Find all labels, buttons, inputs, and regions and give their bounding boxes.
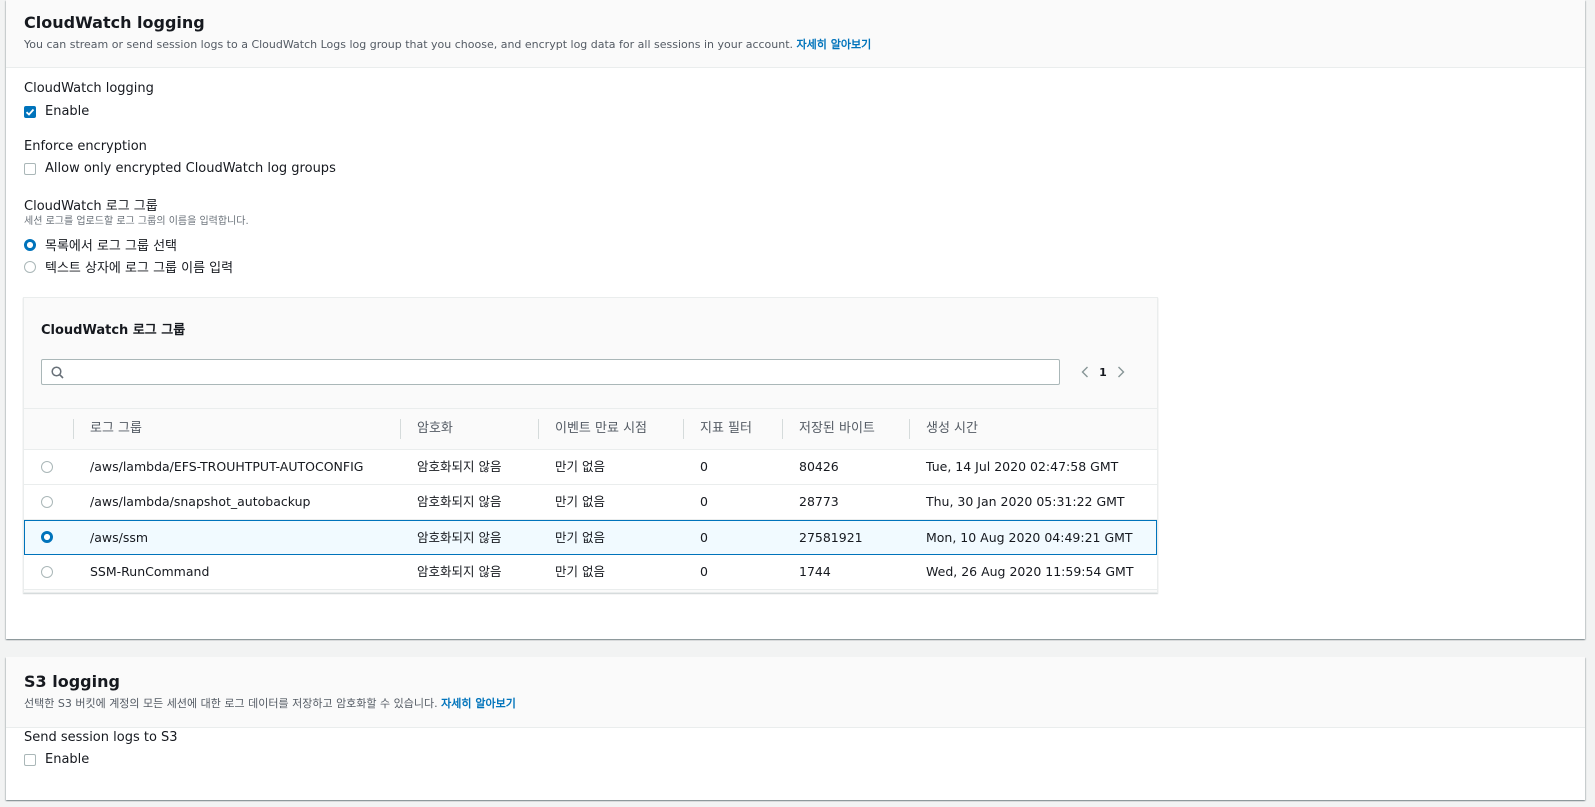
enforce-encryption-label: Enforce encryption [24, 139, 147, 154]
search-icon [51, 366, 64, 383]
cell-metric-filters: 0 [700, 494, 708, 509]
column-header-metric-filters[interactable]: 지표 필터 [700, 409, 752, 449]
column-divider [400, 419, 401, 439]
table-row-selected[interactable]: /aws/ssm 암호화되지 않음 만기 없음 0 27581921 Mon, … [24, 520, 1157, 555]
cell-expiry: 만기 없음 [555, 564, 605, 579]
search-input[interactable] [72, 362, 1046, 384]
checkbox-unchecked-icon[interactable] [24, 753, 36, 766]
log-groups-table: CloudWatch 로그 그룹 1 로그 그룹 암호화 이벤트 만료 시점 지… [23, 297, 1158, 593]
column-divider [782, 419, 783, 439]
table-header: 로그 그룹 암호화 이벤트 만료 시점 지표 필터 저장된 바이트 생성 시간 [24, 408, 1157, 450]
cell-creation-time: Wed, 26 Aug 2020 11:59:54 GMT [926, 564, 1134, 579]
s3-panel-header: S3 logging 선택한 S3 버킷에 계정의 모든 세션에 대한 로그 데… [6, 657, 1585, 728]
cloudwatch-enable-checkbox[interactable]: Enable [24, 104, 89, 119]
cell-stored-bytes: 28773 [799, 494, 839, 509]
cell-expiry: 만기 없음 [555, 459, 605, 474]
cell-metric-filters: 0 [700, 530, 708, 545]
s3-send-logs-label: Send session logs to S3 [24, 730, 178, 745]
radio-selected-icon[interactable] [24, 238, 36, 251]
cell-creation-time: Mon, 10 Aug 2020 04:49:21 GMT [926, 530, 1133, 545]
cell-encryption: 암호화되지 않음 [417, 494, 502, 509]
cell-log-group: /aws/ssm [90, 530, 149, 545]
page-number[interactable]: 1 [1094, 366, 1112, 379]
column-divider [538, 419, 539, 439]
column-divider [683, 419, 684, 439]
column-divider [909, 419, 910, 439]
checkbox-unchecked-icon[interactable] [24, 162, 36, 175]
cell-log-group: SSM-RunCommand [90, 564, 210, 579]
row-radio-icon[interactable] [41, 461, 53, 473]
cell-expiry: 만기 없음 [555, 530, 605, 545]
column-header-encryption[interactable]: 암호화 [417, 409, 453, 449]
column-divider [73, 419, 74, 439]
column-header-stored-bytes[interactable]: 저장된 바이트 [799, 409, 875, 449]
encryption-option-label: Allow only encrypted CloudWatch log grou… [45, 161, 336, 176]
column-header-creation-time[interactable]: 생성 시간 [926, 409, 978, 449]
cell-metric-filters: 0 [700, 564, 708, 579]
cloudwatch-enable-label: Enable [45, 104, 90, 119]
cell-metric-filters: 0 [700, 459, 708, 474]
cell-log-group: /aws/lambda/EFS-TROUHTPUT-AUTOCONFIG [90, 459, 364, 474]
checkbox-checked-icon[interactable] [24, 105, 36, 118]
cell-stored-bytes: 80426 [799, 459, 839, 474]
s3-learn-more-link[interactable]: 자세히 알아보기 [441, 697, 516, 710]
row-radio-icon[interactable] [41, 566, 53, 578]
s3-enable-checkbox[interactable]: Enable [24, 752, 89, 767]
row-radio-selected-icon[interactable] [41, 531, 53, 543]
s3-title: S3 logging [24, 672, 120, 691]
cell-stored-bytes: 1744 [799, 564, 831, 579]
table-title: CloudWatch 로그 그룹 [41, 323, 186, 338]
cloudwatch-title: CloudWatch logging [24, 13, 205, 32]
pagination: 1 [1076, 362, 1130, 382]
column-header-log-group[interactable]: 로그 그룹 [90, 409, 142, 449]
cloudwatch-panel-header: CloudWatch logging You can stream or sen… [6, 0, 1585, 68]
encryption-checkbox[interactable]: Allow only encrypted CloudWatch log grou… [24, 161, 336, 176]
table-row[interactable]: /aws/lambda/EFS-TROUHTPUT-AUTOCONFIG 암호화… [24, 450, 1157, 485]
cell-expiry: 만기 없음 [555, 494, 605, 509]
cloudwatch-description: You can stream or send session logs to a… [24, 38, 872, 51]
cell-encryption: 암호화되지 않음 [417, 459, 502, 474]
cell-creation-time: Tue, 14 Jul 2020 02:47:58 GMT [926, 459, 1119, 474]
s3-enable-label: Enable [45, 752, 90, 767]
table-row[interactable]: SSM-RunCommand 암호화되지 않음 만기 없음 0 1744 Wed… [24, 555, 1157, 590]
radio-select-from-list[interactable]: 목록에서 로그 그룹 선택 [24, 235, 177, 254]
radio-text-label: 텍스트 상자에 로그 그룹 이름 입력 [45, 261, 234, 276]
cell-encryption: 암호화되지 않음 [417, 564, 502, 579]
cell-encryption: 암호화되지 않음 [417, 530, 502, 545]
table-row[interactable]: /aws/lambda/snapshot_autobackup 암호화되지 않음… [24, 485, 1157, 520]
radio-enter-name[interactable]: 텍스트 상자에 로그 그룹 이름 입력 [24, 257, 233, 276]
s3-description: 선택한 S3 버킷에 계정의 모든 세션에 대한 로그 데이터를 저장하고 암호… [24, 697, 516, 710]
cell-creation-time: Thu, 30 Jan 2020 05:31:22 GMT [926, 494, 1125, 509]
chevron-left-icon[interactable] [1076, 362, 1094, 382]
cloudwatch-logging-label: CloudWatch logging [24, 81, 154, 96]
search-box[interactable] [41, 359, 1060, 385]
cloudwatch-logging-panel: CloudWatch logging You can stream or sen… [6, 0, 1585, 639]
row-radio-icon[interactable] [41, 496, 53, 508]
radio-unselected-icon[interactable] [24, 260, 36, 273]
log-group-description: 세션 로그를 업로드할 로그 그룹의 이름을 입력합니다. [24, 216, 249, 227]
s3-logging-panel: S3 logging 선택한 S3 버킷에 계정의 모든 세션에 대한 로그 데… [6, 657, 1585, 800]
cell-log-group: /aws/lambda/snapshot_autobackup [90, 494, 311, 509]
cloudwatch-learn-more-link[interactable]: 자세히 알아보기 [797, 38, 872, 51]
cell-stored-bytes: 27581921 [799, 530, 863, 545]
radio-select-label: 목록에서 로그 그룹 선택 [45, 239, 177, 254]
column-header-expiry[interactable]: 이벤트 만료 시점 [555, 409, 647, 449]
chevron-right-icon[interactable] [1112, 362, 1130, 382]
